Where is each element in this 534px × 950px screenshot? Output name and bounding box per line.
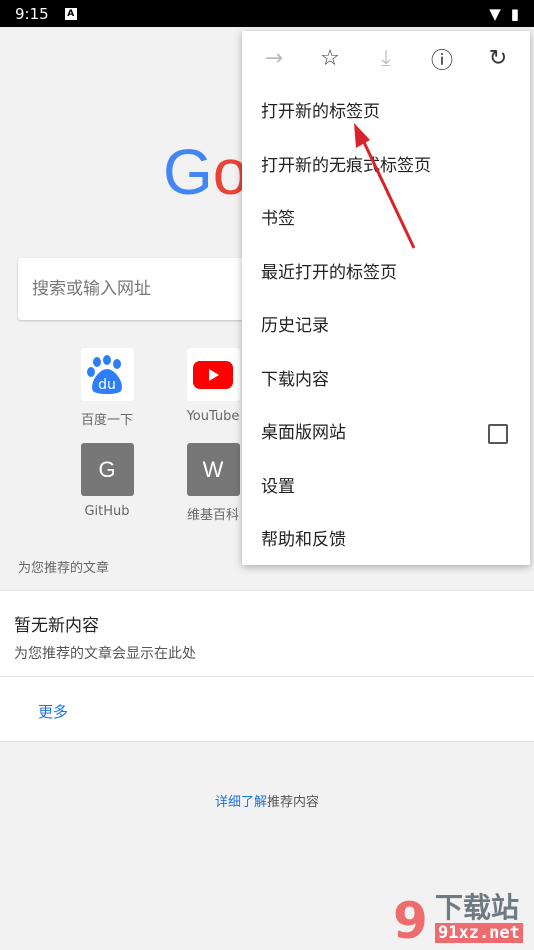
watermark-logo: 9 下载站 91xz.net	[393, 890, 523, 945]
svg-text:9: 9	[393, 892, 428, 945]
watermark-91-icon: 9	[393, 892, 428, 945]
watermark-url: 91xz.net	[435, 922, 523, 943]
annotation-arrow	[354, 123, 416, 249]
watermark-text: 下载站	[435, 890, 520, 924]
